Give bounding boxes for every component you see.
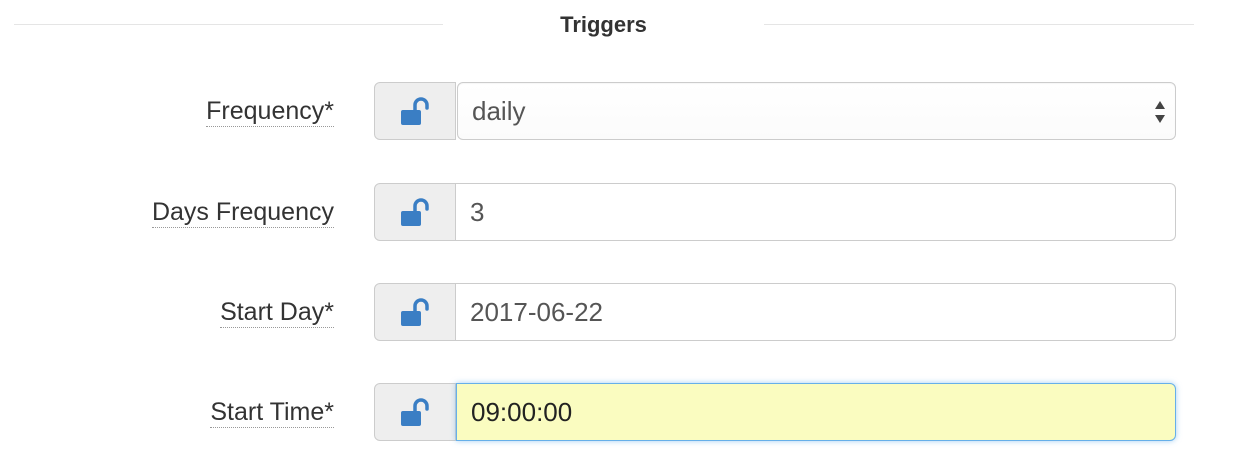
section-title: Triggers [560, 12, 647, 37]
form-row-start-day: Start Day* 2017-06-22 [0, 283, 1244, 343]
start-time-lock-button[interactable] [374, 383, 456, 441]
start-day-lock-button[interactable] [374, 283, 456, 341]
form-row-frequency: Frequency* daily [0, 82, 1244, 142]
unlock-icon [401, 298, 429, 326]
frequency-select[interactable]: daily [457, 82, 1176, 140]
unlock-icon [401, 97, 429, 125]
header-divider-right [764, 24, 1194, 25]
days-frequency-input[interactable]: 3 [456, 183, 1176, 241]
start-day-label: Start Day* [220, 298, 334, 328]
start-time-input[interactable]: 09:00:00 [456, 383, 1176, 441]
days-frequency-label: Days Frequency [151, 198, 334, 228]
triggers-form: Triggers Frequency* daily Days Frequency [0, 0, 1244, 474]
frequency-label: Frequency* [206, 97, 334, 127]
unlock-icon [401, 398, 429, 426]
start-time-label: Start Time* [210, 398, 334, 428]
days-frequency-lock-button[interactable] [374, 183, 456, 241]
unlock-icon [401, 198, 429, 226]
frequency-lock-button[interactable] [374, 82, 456, 140]
section-header: Triggers [14, 0, 1194, 50]
start-day-input[interactable]: 2017-06-22 [456, 283, 1176, 341]
form-row-start-time: Start Time* 09:00:00 [0, 383, 1244, 443]
form-row-days-frequency: Days Frequency 3 [0, 183, 1244, 243]
header-divider-left [14, 24, 443, 25]
frequency-selected-value: daily [472, 96, 526, 126]
select-arrows-icon [1155, 101, 1165, 123]
